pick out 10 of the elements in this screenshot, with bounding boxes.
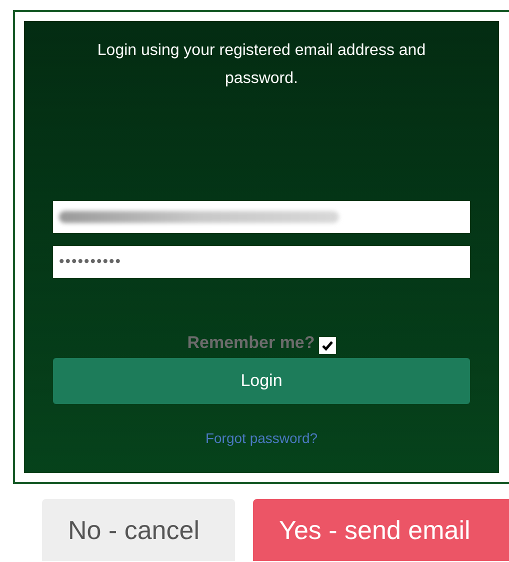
send-email-button[interactable]: Yes - send email	[253, 499, 509, 561]
cancel-button[interactable]: No - cancel	[42, 499, 235, 561]
login-message: Login using your registered email address and password.	[96, 41, 427, 89]
password-dots: ••••••••••	[59, 252, 122, 272]
forgot-password-link[interactable]: Forgot password?	[205, 428, 318, 448]
login-button[interactable]: Login	[53, 358, 470, 404]
remember-label: Remember me?	[187, 332, 315, 354]
email-field[interactable]	[53, 201, 470, 233]
password-field[interactable]: ••••••••••	[53, 246, 470, 278]
remember-checkbox[interactable]	[318, 337, 336, 354]
